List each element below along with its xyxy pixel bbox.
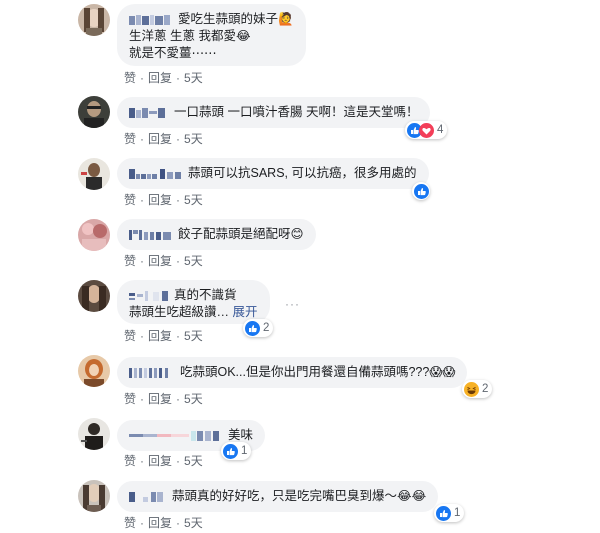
reaction-summary[interactable]: 1 <box>221 442 252 460</box>
avatar[interactable] <box>78 480 110 512</box>
timestamp[interactable]: 5天 <box>184 71 203 85</box>
see-more-link[interactable]: 展开 <box>233 305 258 319</box>
reply-link[interactable]: 回复 <box>148 254 172 268</box>
reply-link[interactable]: 回复 <box>148 71 172 85</box>
comment-bubble: 愛吃生蒜頭的妹子🙋 生洋蔥 生蔥 我都愛😂 就是不愛薑⋯⋯ <box>117 4 306 66</box>
reaction-summary[interactable]: 4 <box>405 121 448 139</box>
author-name[interactable] <box>129 229 175 241</box>
author-name[interactable] <box>129 168 185 180</box>
comment-line: 蒜頭可以抗SARS, 可以抗癌，很多用處的 <box>129 165 417 182</box>
avatar[interactable] <box>78 158 110 190</box>
comment-actions: 赞 · 回复 · 5天 <box>124 516 203 530</box>
timestamp[interactable]: 5天 <box>184 132 203 146</box>
reaction-count: 2 <box>263 322 270 334</box>
avatar[interactable] <box>78 418 110 450</box>
comment-bubble: 餃子配蒜頭是絕配呀😊 <box>117 219 316 250</box>
comment-actions: 赞 · 回复 · 5天 <box>124 454 203 468</box>
comment-line: 一口蒜頭 一口噴汁香腸 天啊！這是天堂嗎！ <box>129 104 418 121</box>
comment-line: 蒜頭真的好好吃，只是吃完嘴巴臭到爆～😂😂 <box>129 488 426 505</box>
reaction-summary[interactable]: 1 <box>434 504 465 522</box>
comment-actions: 赞 · 回复 · 5天 <box>124 329 203 343</box>
reaction-summary[interactable]: 2 <box>243 319 274 337</box>
comment-line: 餃子配蒜頭是絕配呀😊 <box>129 226 304 243</box>
comment-line: 真的不識貨 <box>129 287 258 304</box>
like-link[interactable]: 赞 <box>124 516 136 530</box>
avatar[interactable] <box>78 280 110 312</box>
comment-line: 蒜頭生吃超級讚… 展开 <box>129 305 258 319</box>
comment-bubble: 真的不識貨 蒜頭生吃超級讚… 展开 <box>117 280 270 324</box>
comment-line: 生洋蔥 生蔥 我都愛😂 <box>129 29 251 43</box>
author-name[interactable] <box>129 14 175 26</box>
avatar[interactable] <box>78 96 110 128</box>
avatar[interactable] <box>78 355 110 387</box>
like-link[interactable]: 赞 <box>124 329 136 343</box>
comment-bubble: 蒜頭可以抗SARS, 可以抗癌，很多用處的 <box>117 158 429 189</box>
comment-actions: 赞 · 回复 · 5天 <box>124 132 203 146</box>
comment-bubble: 一口蒜頭 一口噴汁香腸 天啊！這是天堂嗎！ <box>117 97 431 128</box>
like-icon <box>436 505 451 521</box>
comment-line: 吃蒜頭OK...但是你出門用餐還自備蒜頭嗎???😱😱 <box>129 364 455 381</box>
more-options-icon[interactable]: ··· <box>285 297 300 311</box>
reaction-summary[interactable]: 2 <box>462 380 493 398</box>
reaction-count: 1 <box>454 507 461 519</box>
like-link[interactable]: 赞 <box>124 193 136 207</box>
like-icon <box>223 443 238 459</box>
like-icon <box>245 320 260 336</box>
reaction-count: 1 <box>241 445 248 457</box>
comment-bubble: 吃蒜頭OK...但是你出門用餐還自備蒜頭嗎???😱😱 <box>117 357 468 388</box>
reply-link[interactable]: 回复 <box>148 454 172 468</box>
author-name[interactable] <box>129 367 177 379</box>
like-icon <box>414 183 429 199</box>
author-name[interactable] <box>129 430 225 442</box>
reaction-count: 2 <box>482 383 489 395</box>
author-name[interactable] <box>129 107 171 119</box>
love-icon <box>419 122 434 138</box>
timestamp[interactable]: 5天 <box>184 516 203 530</box>
avatar[interactable] <box>78 4 110 36</box>
comment-actions: 赞 · 回复 · 5天 <box>124 71 203 85</box>
comment-bubble: 蒜頭真的好好吃，只是吃完嘴巴臭到爆～😂😂 <box>117 481 439 512</box>
reaction-count: 4 <box>437 124 444 136</box>
like-link[interactable]: 赞 <box>124 254 136 268</box>
timestamp[interactable]: 5天 <box>184 193 203 207</box>
reply-link[interactable]: 回复 <box>148 193 172 207</box>
avatar[interactable] <box>78 219 110 251</box>
timestamp[interactable]: 5天 <box>184 329 203 343</box>
like-link[interactable]: 赞 <box>124 454 136 468</box>
comment-line: 就是不愛薑⋯⋯ <box>129 46 217 60</box>
author-name[interactable] <box>129 290 171 302</box>
like-link[interactable]: 赞 <box>124 71 136 85</box>
comment-line: 愛吃生蒜頭的妹子🙋 <box>129 11 294 28</box>
comment-actions: 赞 · 回复 · 5天 <box>124 254 203 268</box>
reply-link[interactable]: 回复 <box>148 392 172 406</box>
reply-link[interactable]: 回复 <box>148 329 172 343</box>
timestamp[interactable]: 5天 <box>184 254 203 268</box>
reaction-summary[interactable] <box>412 182 430 200</box>
author-name[interactable] <box>129 491 169 503</box>
like-link[interactable]: 赞 <box>124 132 136 146</box>
timestamp[interactable]: 5天 <box>184 392 203 406</box>
reply-link[interactable]: 回复 <box>148 516 172 530</box>
timestamp[interactable]: 5天 <box>184 454 203 468</box>
like-link[interactable]: 赞 <box>124 392 136 406</box>
reply-link[interactable]: 回复 <box>148 132 172 146</box>
haha-icon <box>464 381 479 397</box>
comment-actions: 赞 · 回复 · 5天 <box>124 193 203 207</box>
comment-actions: 赞 · 回复 · 5天 <box>124 392 203 406</box>
